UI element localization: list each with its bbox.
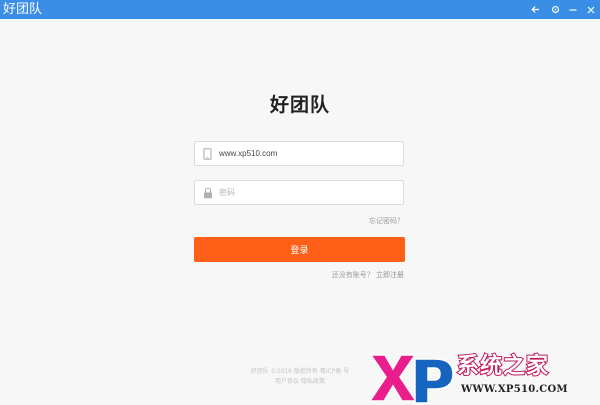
minimize-icon — [569, 9, 577, 11]
watermark: 系统之家 WWW.XP510.COM — [365, 347, 600, 405]
watermark-brand: 系统之家 — [456, 353, 550, 380]
phone-icon — [202, 148, 213, 160]
password-field[interactable] — [194, 180, 404, 205]
watermark-url: WWW.XP510.COM — [461, 384, 568, 395]
account-input[interactable] — [219, 142, 399, 165]
xp-logo-icon — [368, 354, 454, 404]
title-bar: 好团队 — [0, 0, 600, 19]
page-title: 好团队 — [269, 94, 330, 116]
gear-icon — [551, 5, 559, 14]
password-input[interactable] — [219, 181, 399, 204]
close-icon — [587, 6, 595, 13]
forgot-password-link[interactable]: 忘记密码？ — [300, 216, 404, 226]
account-field[interactable] — [194, 141, 404, 166]
register-link[interactable]: 立即注册 — [376, 271, 404, 279]
app-name: 好团队 — [3, 2, 43, 17]
close-button[interactable] — [581, 0, 600, 19]
register-row: 还没有账号？ 立即注册 — [280, 270, 404, 280]
back-button[interactable] — [525, 0, 545, 19]
register-prompt: 还没有账号？ — [331, 271, 374, 279]
login-button[interactable]: 登录 — [194, 237, 405, 262]
minimize-button[interactable] — [563, 0, 583, 19]
back-arrow-icon — [530, 6, 539, 13]
lock-icon — [202, 187, 213, 199]
settings-button[interactable] — [545, 0, 565, 19]
